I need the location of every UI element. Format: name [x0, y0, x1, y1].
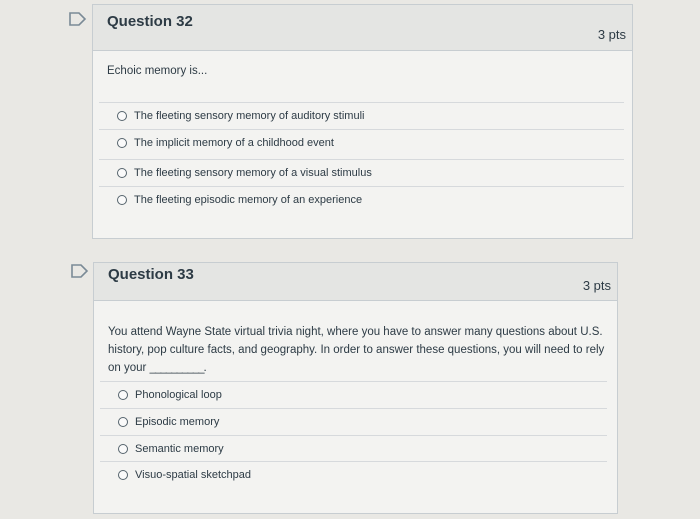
question-points: 3 pts — [597, 27, 626, 42]
prompt-line: history, pop culture facts, and geograph… — [108, 344, 605, 356]
question-points: 3 pts — [582, 278, 611, 293]
flag-question-icon[interactable] — [70, 264, 90, 278]
answer-label: The fleeting sensory memory of a visual … — [134, 166, 372, 179]
question-title: Question 32 — [107, 13, 193, 30]
answer-option[interactable]: Visuo-spatial sketchpad — [100, 461, 607, 487]
radio-button[interactable] — [117, 194, 127, 205]
answer-label: Visuo-spatial sketchpad — [135, 468, 251, 481]
question-title: Question 33 — [108, 266, 194, 283]
answer-option[interactable]: The fleeting episodic memory of an exper… — [99, 186, 624, 212]
radio-button[interactable] — [118, 416, 128, 427]
prompt-line: You attend Wayne State virtual trivia ni… — [108, 326, 603, 338]
radio-button[interactable] — [117, 110, 127, 121]
question-card: Question 32 3 pts Echoic memory is... Th… — [92, 4, 633, 239]
question-header: Question 33 3 pts — [94, 263, 617, 301]
answer-option[interactable]: The implicit memory of a childhood event — [99, 129, 624, 155]
answer-label: Episodic memory — [135, 415, 220, 428]
radio-button[interactable] — [118, 389, 128, 400]
radio-button[interactable] — [117, 137, 127, 148]
question-header: Question 32 3 pts — [93, 5, 632, 51]
answer-label: The fleeting episodic memory of an exper… — [134, 193, 363, 206]
prompt-line: on your __________. — [108, 359, 613, 377]
answer-option[interactable]: Episodic memory — [100, 408, 607, 434]
answer-option[interactable]: Phonological loop — [100, 381, 607, 407]
answer-option[interactable]: Semantic memory — [100, 435, 607, 461]
answer-option[interactable]: The fleeting sensory memory of auditory … — [99, 102, 624, 128]
fill-in-blank: __________ — [149, 362, 205, 374]
answer-label: Phonological loop — [135, 388, 222, 401]
prompt-period: . — [203, 362, 207, 374]
question-card: Question 33 3 pts You attend Wayne State… — [93, 262, 618, 514]
question-prompt: Echoic memory is... — [107, 65, 208, 77]
question-prompt: You attend Wayne State virtual trivia ni… — [108, 323, 613, 377]
answer-label: The fleeting sensory memory of auditory … — [134, 109, 365, 122]
prompt-line-start: on your — [108, 362, 147, 374]
radio-button[interactable] — [118, 443, 128, 454]
answer-label: Semantic memory — [135, 442, 224, 455]
radio-button[interactable] — [117, 167, 127, 178]
radio-button[interactable] — [118, 469, 128, 480]
flag-question-icon[interactable] — [68, 12, 88, 26]
answer-label: The implicit memory of a childhood event — [134, 136, 334, 149]
answer-option[interactable]: The fleeting sensory memory of a visual … — [99, 159, 624, 185]
